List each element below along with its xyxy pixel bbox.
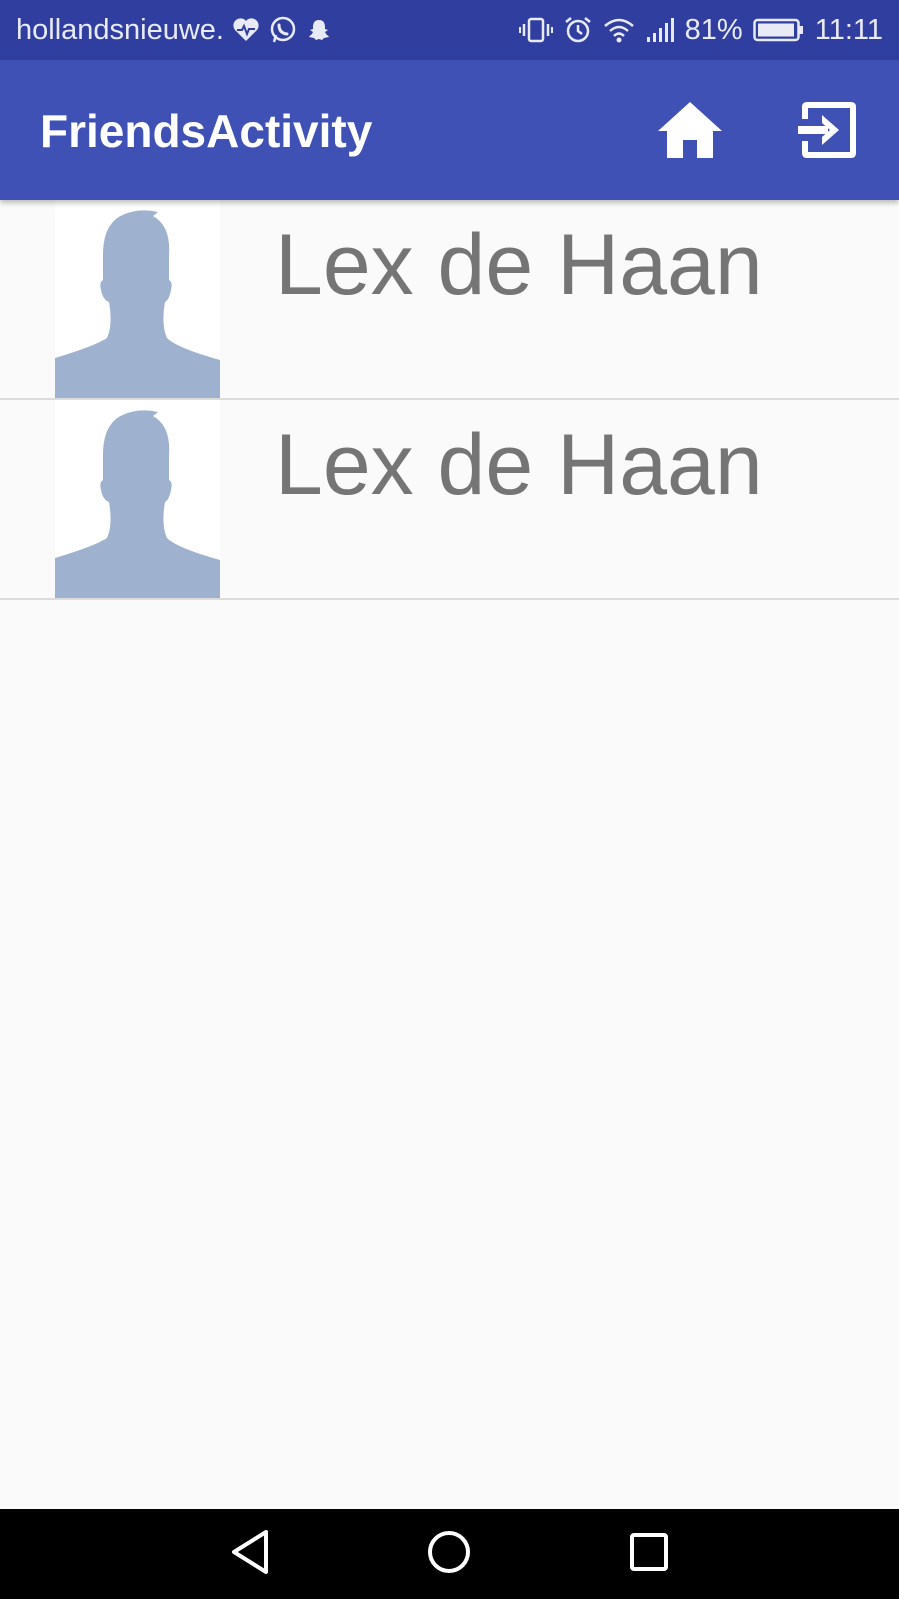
friends-list: Lex de Haan Lex de Haan bbox=[0, 200, 899, 600]
heart-icon bbox=[232, 17, 260, 43]
friend-list-item[interactable]: Lex de Haan bbox=[0, 400, 899, 600]
navigation-bar bbox=[0, 1509, 899, 1599]
snapchat-icon bbox=[306, 17, 332, 43]
whatsapp-icon bbox=[268, 15, 298, 45]
nav-home-button[interactable] bbox=[421, 1526, 477, 1582]
battery-icon bbox=[752, 17, 805, 43]
home-icon bbox=[656, 100, 724, 165]
back-icon bbox=[228, 1528, 272, 1581]
friend-name: Lex de Haan bbox=[275, 417, 763, 513]
wifi-icon bbox=[603, 16, 635, 44]
battery-percent: 81% bbox=[684, 13, 743, 46]
friend-list-item[interactable]: Lex de Haan bbox=[0, 200, 899, 400]
person-silhouette-icon bbox=[55, 400, 220, 598]
recents-icon bbox=[627, 1530, 671, 1579]
nav-back-button[interactable] bbox=[222, 1526, 278, 1582]
carrier-name: hollandsnieuwe. bbox=[16, 13, 224, 46]
person-silhouette-icon bbox=[55, 200, 220, 398]
status-right: 81% 11:11 bbox=[518, 13, 883, 47]
friends-activity-screen: hollandsnieuwe. 81% 11:11 FriendsActivit… bbox=[0, 0, 899, 1599]
status-left: hollandsnieuwe. bbox=[16, 14, 332, 47]
friend-name: Lex de Haan bbox=[275, 217, 763, 313]
alarm-icon bbox=[563, 15, 593, 45]
vibrate-icon bbox=[518, 16, 553, 44]
home-button[interactable] bbox=[654, 96, 726, 168]
app-bar: FriendsActivity bbox=[0, 60, 899, 200]
status-bar: hollandsnieuwe. 81% 11:11 bbox=[0, 0, 899, 60]
clock-time: 11:11 bbox=[814, 13, 883, 46]
exit-icon bbox=[796, 99, 860, 166]
exit-button[interactable] bbox=[792, 96, 864, 168]
nav-recents-button[interactable] bbox=[621, 1526, 677, 1582]
app-title: FriendsActivity bbox=[40, 105, 373, 157]
signal-icon bbox=[645, 17, 675, 43]
home-circle-icon bbox=[425, 1528, 473, 1581]
